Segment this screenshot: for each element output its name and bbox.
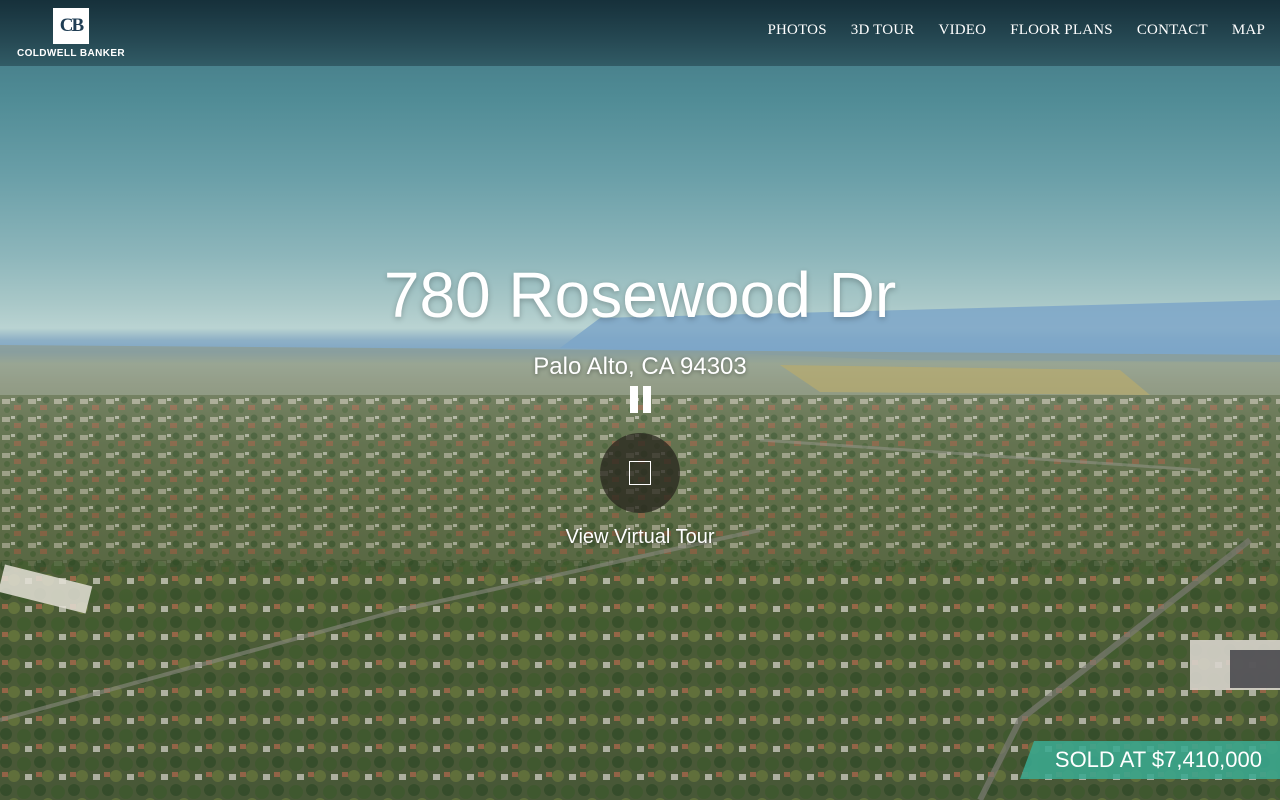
cb-monogram-icon: CB (53, 8, 89, 44)
nav-contact[interactable]: CONTACT (1137, 22, 1208, 39)
nav-floor-plans[interactable]: FLOOR PLANS (1010, 22, 1113, 39)
coldwell-banker-logo[interactable]: CB COLDWELL BANKER (15, 8, 127, 60)
pause-icon[interactable] (625, 383, 655, 417)
square-icon (629, 461, 651, 485)
property-address: 780 Rosewood Dr (383, 259, 897, 331)
sold-price: SOLD AT $7,410,000 (1054, 747, 1262, 772)
brand-name: COLDWELL BANKER (16, 48, 126, 59)
virtual-tour-button[interactable] (600, 433, 680, 513)
property-city: Palo Alto, CA 94303 (533, 353, 747, 380)
nav-map[interactable]: MAP (1232, 22, 1265, 39)
hero-video-background: CB COLDWELL BANKER PHOTOS 3D TOUR VIDEO … (0, 0, 1280, 800)
nav-video[interactable]: VIDEO (939, 22, 987, 39)
main-nav: PHOTOS 3D TOUR VIDEO FLOOR PLANS CONTACT… (767, 22, 1265, 39)
virtual-tour-link[interactable]: View Virtual Tour (0, 524, 1280, 550)
nav-3d-tour[interactable]: 3D TOUR (851, 22, 915, 39)
nav-photos[interactable]: PHOTOS (767, 22, 826, 39)
header-bar: CB COLDWELL BANKER PHOTOS 3D TOUR VIDEO … (0, 0, 1280, 66)
sold-badge: SOLD AT $7,410,000 (1020, 741, 1280, 779)
